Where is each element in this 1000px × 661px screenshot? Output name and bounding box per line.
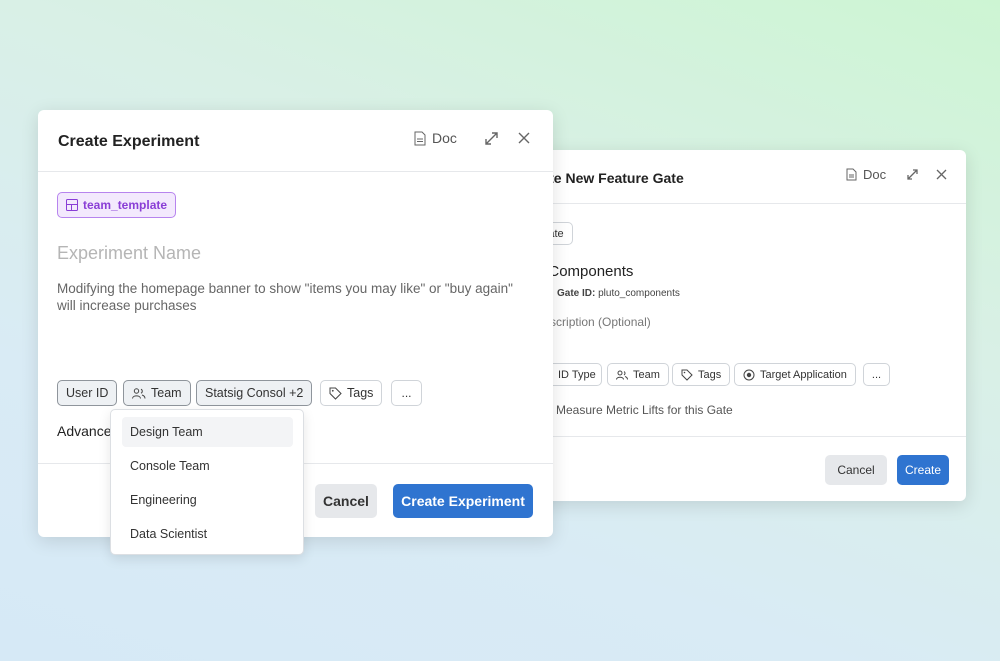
layout-template-icon xyxy=(66,199,78,211)
dropdown-item-engineering[interactable]: Engineering xyxy=(122,485,293,515)
document-icon xyxy=(846,168,857,181)
document-icon xyxy=(414,131,426,146)
dialog-title: Create Experiment xyxy=(58,133,200,150)
statsig-console-chip[interactable]: Statsig Consol +2 xyxy=(196,380,313,406)
team-icon xyxy=(616,370,628,380)
chip-label: Target Application xyxy=(760,368,847,381)
tag-icon xyxy=(329,387,342,400)
target-application-chip[interactable]: Target Application xyxy=(734,363,856,386)
more-icon: ... xyxy=(401,386,412,400)
chip-label: Tags xyxy=(347,386,374,400)
team-chip[interactable]: Team xyxy=(123,380,191,406)
user-id-chip[interactable]: User ID xyxy=(57,380,118,406)
experiment-name-input[interactable]: Experiment Name xyxy=(57,243,201,264)
chip-label: Tags xyxy=(698,368,722,381)
target-icon xyxy=(743,369,755,381)
more-options-button[interactable]: ... xyxy=(391,380,422,406)
more-options-button[interactable]: ... xyxy=(863,363,890,386)
chip-label: Statsig Consol +2 xyxy=(205,386,304,400)
expand-icon xyxy=(484,131,499,146)
doc-button[interactable]: Doc xyxy=(846,167,886,182)
team-icon xyxy=(132,387,146,399)
cancel-button[interactable]: Cancel xyxy=(825,455,887,485)
doc-label: Doc xyxy=(863,167,887,182)
gate-id: Gate ID: pluto_components xyxy=(557,288,680,299)
cancel-button[interactable]: Cancel xyxy=(315,484,377,518)
tags-chip[interactable]: Tags xyxy=(320,380,383,406)
metric-lifts-option[interactable]: Measure Metric Lifts for this Gate xyxy=(556,403,733,417)
hypothesis-input[interactable]: Modifying the homepage banner to show "i… xyxy=(57,280,527,314)
chip-label: Team xyxy=(633,368,660,381)
expand-button[interactable] xyxy=(484,131,499,146)
template-chip[interactable]: team_template xyxy=(57,192,177,218)
dropdown-item-data-scientist[interactable]: Data Scientist xyxy=(122,519,293,549)
tag-icon xyxy=(681,369,693,381)
doc-button[interactable]: Doc xyxy=(414,130,457,146)
gate-id-label: Gate ID: xyxy=(557,288,596,299)
tags-chip[interactable]: Tags xyxy=(672,363,731,386)
team-dropdown-menu: Design Team Console Team Engineering Dat… xyxy=(110,409,304,555)
team-chip[interactable]: Team xyxy=(607,363,669,386)
chip-label: ID Type xyxy=(558,368,596,381)
doc-label: Doc xyxy=(432,130,457,146)
create-button[interactable]: Create xyxy=(897,455,949,485)
dialog-header: Create Experiment Doc xyxy=(38,110,553,172)
create-experiment-button[interactable]: Create Experiment xyxy=(393,484,533,518)
chip-label: User ID xyxy=(66,386,109,400)
expand-button[interactable] xyxy=(906,168,919,181)
close-button[interactable] xyxy=(936,169,947,180)
gate-id-value: pluto_components xyxy=(598,288,680,299)
close-icon xyxy=(936,169,947,180)
template-chip-label: team_template xyxy=(83,198,168,212)
close-icon xyxy=(518,132,530,144)
dropdown-item-console-team[interactable]: Console Team xyxy=(122,451,293,481)
dropdown-item-design-team[interactable]: Design Team xyxy=(122,417,293,447)
close-button[interactable] xyxy=(518,132,530,144)
chip-label: Team xyxy=(151,386,182,400)
expand-icon xyxy=(906,168,919,181)
more-icon: ... xyxy=(871,368,882,381)
